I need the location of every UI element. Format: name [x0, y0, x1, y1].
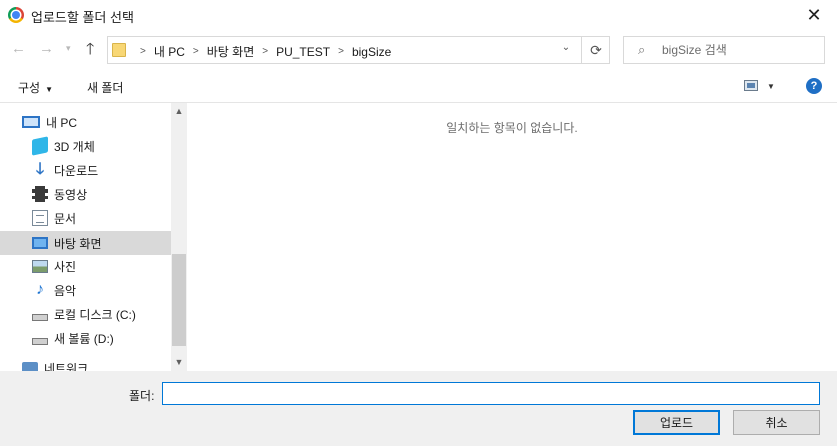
scroll-down-arrow-icon[interactable]: ▼ — [171, 354, 187, 371]
breadcrumb: > 내 PC > 바탕 화면 > PU_TEST > bigSize — [132, 43, 391, 60]
address-bar[interactable]: > 내 PC > 바탕 화면 > PU_TEST > bigSize ⌄ ⟳ — [107, 36, 610, 64]
scroll-up-arrow-icon[interactable]: ▲ — [171, 103, 187, 120]
sidebar-item-volume-d[interactable]: 새 볼륨 (D:) — [32, 326, 114, 350]
drive-icon — [32, 313, 48, 321]
window-title: 업로드할 폴더 선택 — [31, 10, 134, 25]
breadcrumb-separator-icon[interactable]: > — [338, 46, 344, 57]
chrome-icon — [8, 7, 24, 23]
file-list-area[interactable]: 일치하는 항목이 없습니다. — [187, 103, 837, 371]
sidebar-item-label: 문서 — [54, 211, 77, 226]
sidebar-scrollbar[interactable]: ▲ ▼ — [171, 103, 187, 371]
navigation-bar: ← → ▾ 🡑 > 내 PC > 바탕 화면 > PU_TEST > bigSi… — [0, 30, 837, 70]
download-icon: 🡓 — [35, 161, 45, 178]
up-button[interactable]: 🡑 — [86, 38, 94, 65]
sidebar-item-downloads[interactable]: 🡓 다운로드 — [32, 158, 98, 182]
caret-down-icon: ▼ — [45, 85, 54, 94]
chevron-down-icon[interactable]: ⌄ — [555, 42, 577, 58]
organize-menu-button[interactable]: 구성 ▼ — [18, 79, 53, 96]
breadcrumb-item-desktop[interactable]: 바탕 화면 — [207, 43, 255, 60]
sidebar-item-label: 로컬 디스크 (C:) — [54, 307, 136, 322]
organize-label: 구성 — [18, 81, 41, 95]
breadcrumb-separator-icon[interactable]: > — [140, 46, 146, 57]
scrollbar-thumb[interactable] — [172, 254, 186, 346]
folder-icon — [112, 43, 126, 57]
sidebar-item-label: 네트워크 — [44, 361, 89, 372]
sidebar-item-local-disk-c[interactable]: 로컬 디스크 (C:) — [32, 302, 136, 326]
forward-button[interactable]: → — [39, 40, 54, 57]
dialog-footer: 폴더: 업로드 취소 — [0, 371, 837, 446]
sidebar-item-network[interactable]: 네트워크 — [22, 356, 88, 371]
breadcrumb-item-pu-test[interactable]: PU_TEST — [276, 45, 330, 59]
sidebar-item-label: 다운로드 — [54, 163, 99, 178]
breadcrumb-separator-icon[interactable]: > — [262, 46, 268, 57]
video-icon — [32, 186, 48, 202]
title-bar: 업로드할 폴더 선택 ✕ — [0, 0, 837, 30]
breadcrumb-item-bigsize[interactable]: bigSize — [352, 45, 391, 59]
view-options-caret-icon[interactable]: ▼ — [767, 82, 775, 91]
sidebar-item-label: 새 볼륨 (D:) — [54, 331, 114, 346]
sidebar-item-documents[interactable]: 문서 — [32, 206, 76, 230]
sidebar-item-music[interactable]: ♪ 음악 — [32, 278, 76, 302]
desktop-icon — [32, 237, 48, 249]
3d-objects-icon — [32, 136, 48, 156]
sidebar-item-label: 사진 — [54, 259, 77, 274]
breadcrumb-separator-icon[interactable]: > — [193, 46, 199, 57]
cancel-button[interactable]: 취소 — [733, 410, 820, 435]
search-box[interactable]: ⌕ — [623, 36, 825, 64]
command-bar: 구성 ▼ 새 폴더 ▼ ? — [0, 70, 837, 103]
sidebar-item-label: 바탕 화면 — [54, 236, 102, 251]
music-icon: ♪ — [36, 281, 44, 298]
sidebar-item-desktop[interactable]: 바탕 화면 — [0, 231, 171, 255]
folder-name-input[interactable] — [162, 382, 820, 405]
close-icon: ✕ — [806, 4, 822, 25]
pc-icon — [22, 116, 40, 128]
breadcrumb-item-pc[interactable]: 내 PC — [154, 43, 185, 60]
folder-label: 폴더: — [129, 389, 155, 403]
sidebar-item-label: 내 PC — [46, 115, 78, 130]
document-icon — [32, 210, 48, 226]
sidebar-item-3d-objects[interactable]: 3D 개체 — [32, 134, 95, 158]
refresh-button[interactable]: ⟳ — [581, 36, 610, 64]
drive-icon — [32, 337, 48, 345]
navigation-pane: 내 PC 3D 개체 🡓 다운로드 동영상 문서 바탕 화면 사진 ♪ 음악 로… — [0, 103, 187, 371]
close-button[interactable]: ✕ — [791, 0, 837, 30]
recent-locations-button[interactable]: ▾ — [66, 43, 71, 54]
search-icon: ⌕ — [638, 42, 646, 57]
search-input[interactable] — [662, 43, 817, 57]
sidebar-item-this-pc[interactable]: 내 PC — [22, 110, 77, 134]
upload-button[interactable]: 업로드 — [633, 410, 720, 435]
help-button[interactable]: ? — [806, 78, 822, 94]
view-options-icon[interactable] — [744, 80, 758, 91]
sidebar-item-pictures[interactable]: 사진 — [32, 254, 76, 278]
network-icon — [22, 362, 38, 371]
back-button[interactable]: ← — [11, 40, 26, 57]
new-folder-button[interactable]: 새 폴더 — [87, 79, 123, 96]
sidebar-item-label: 동영상 — [54, 187, 88, 202]
sidebar-item-label: 3D 개체 — [54, 139, 95, 154]
pictures-icon — [32, 259, 48, 273]
empty-message: 일치하는 항목이 없습니다. — [446, 121, 578, 135]
sidebar-item-label: 음악 — [54, 283, 77, 298]
sidebar-item-videos[interactable]: 동영상 — [32, 182, 87, 206]
